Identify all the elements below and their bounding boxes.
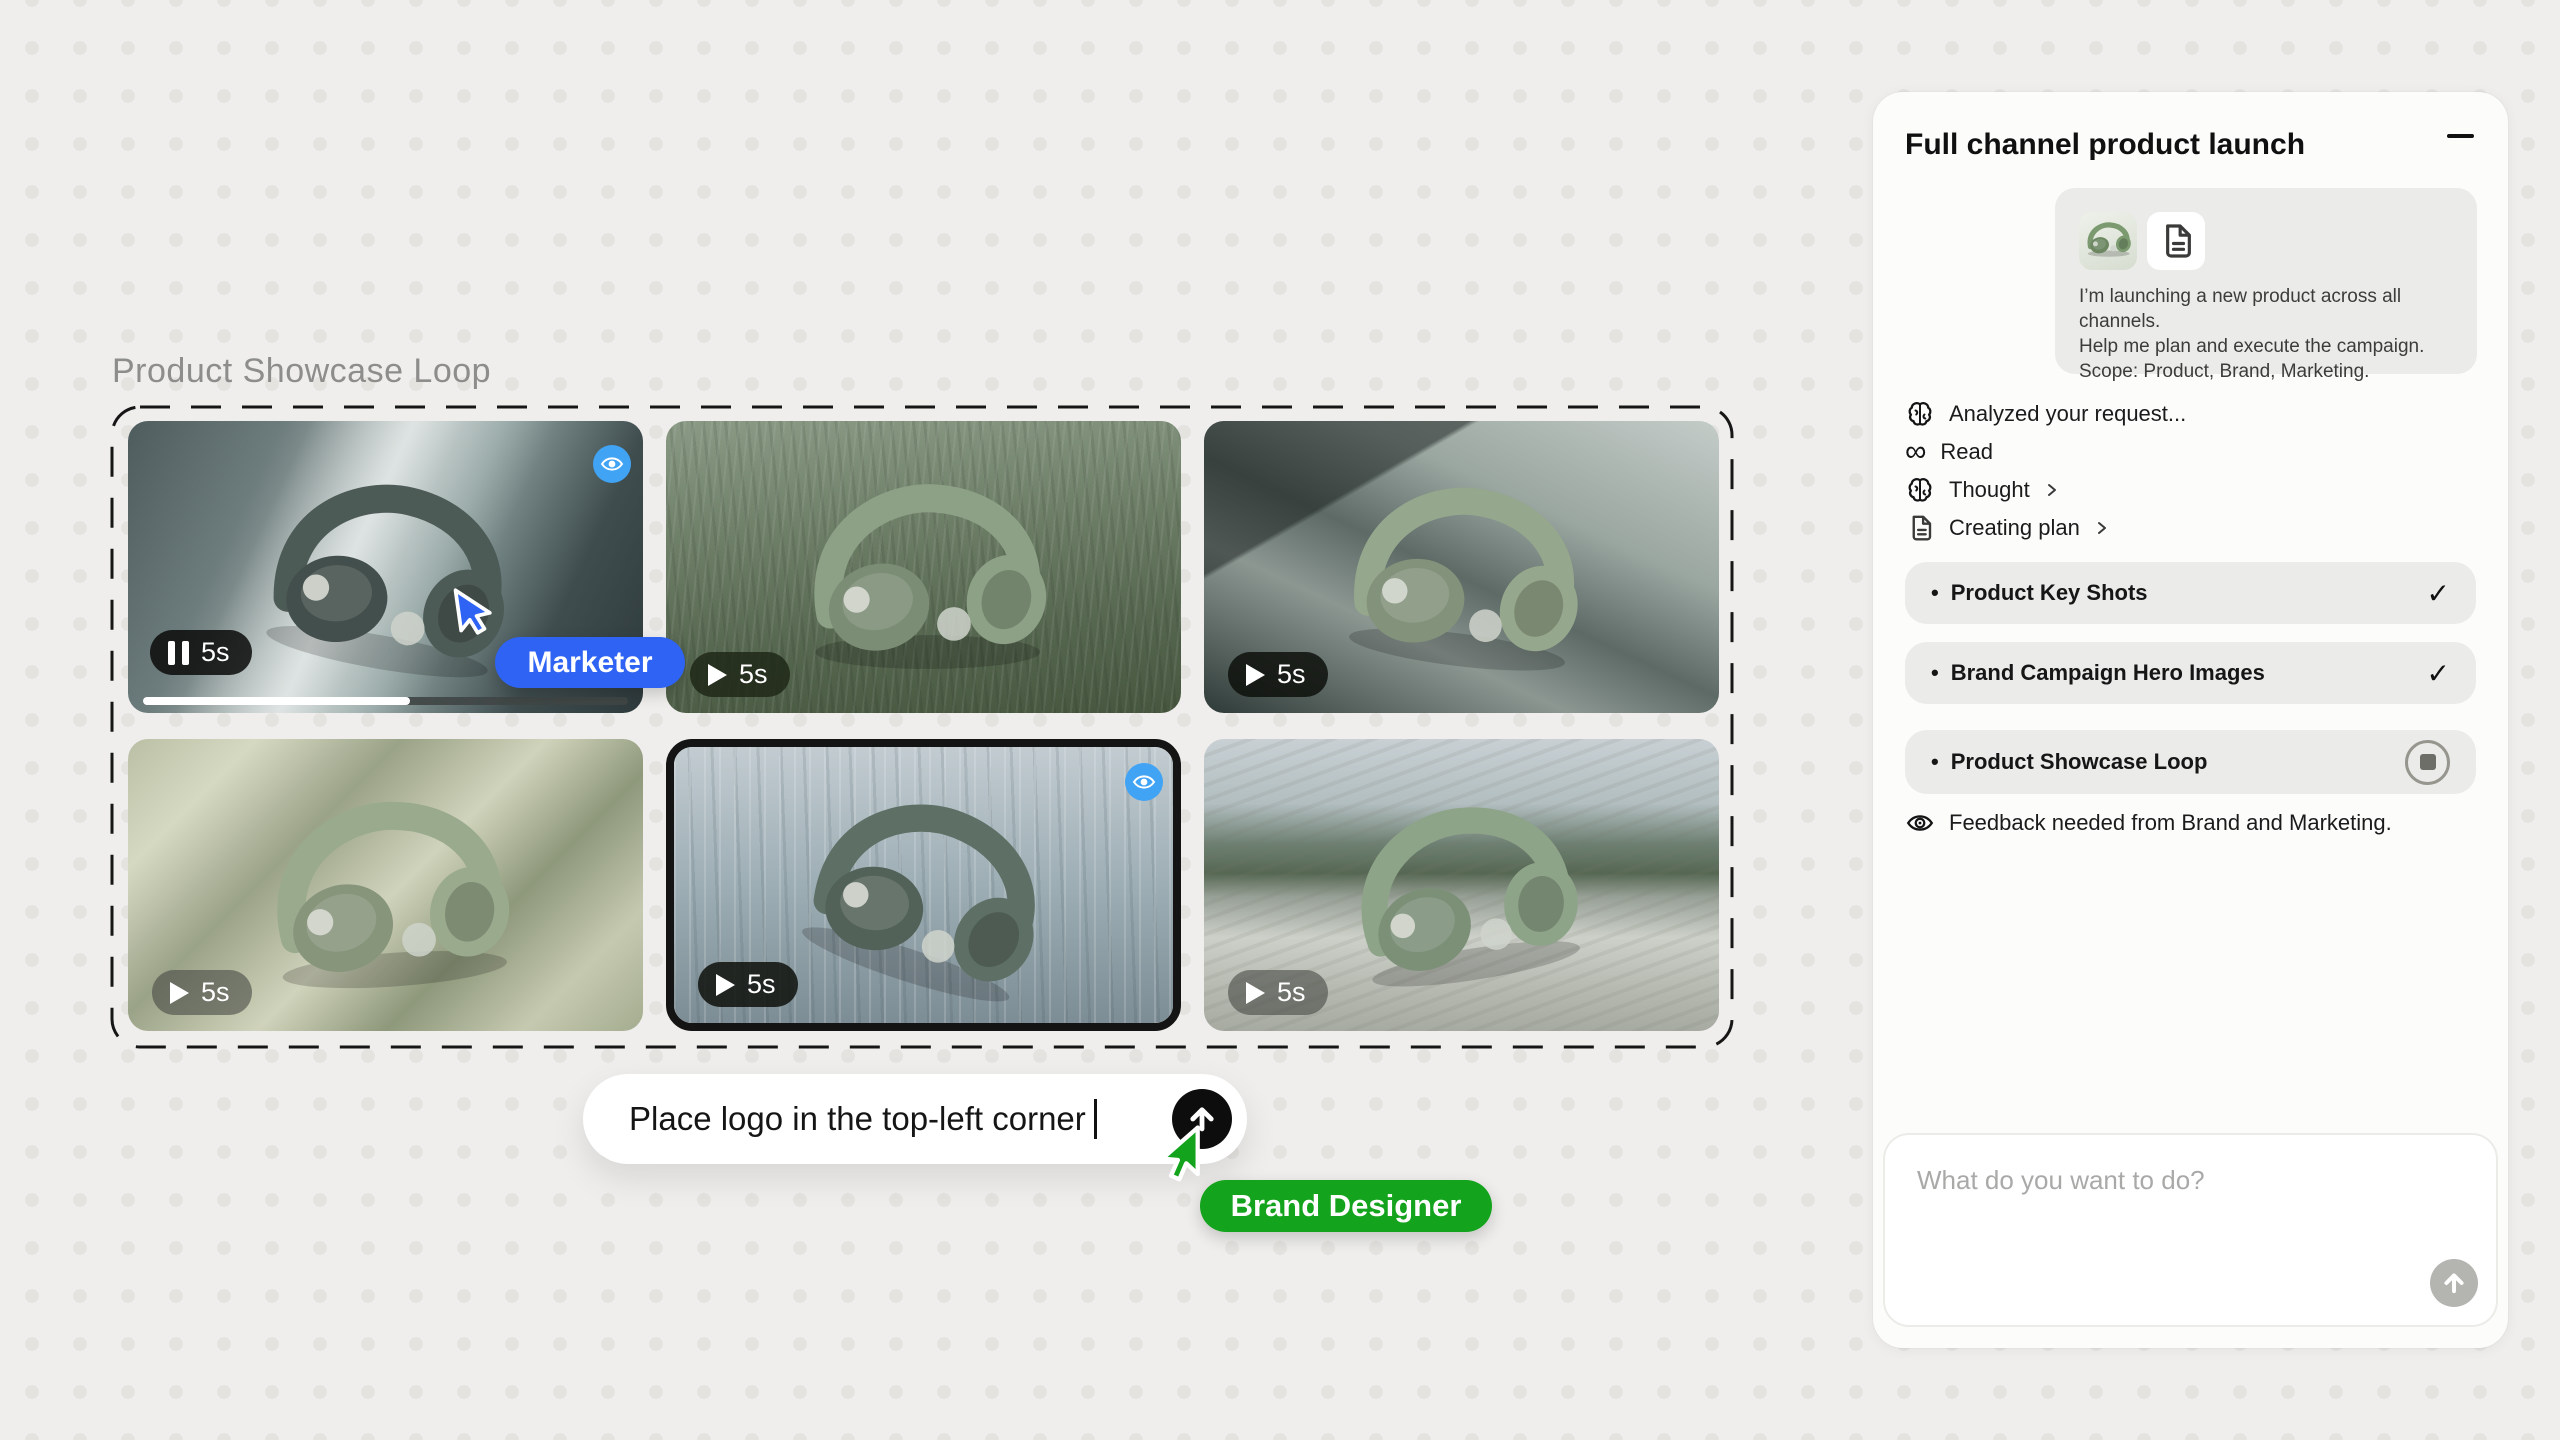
play-duration-pill[interactable]: 5s [1228, 652, 1328, 697]
composer-input[interactable] [1915, 1163, 2429, 1287]
composer-send-button[interactable] [2430, 1259, 2478, 1307]
play-duration-pill[interactable]: 5s [690, 652, 790, 697]
marketer-cursor-label: Marketer [495, 637, 685, 688]
arrow-up-icon [2440, 1269, 2468, 1297]
task-product-showcase-loop[interactable]: •Product Showcase Loop [1905, 730, 2476, 794]
play-duration-pill[interactable]: 5s [698, 962, 798, 1007]
duration-label: 5s [201, 637, 230, 668]
play-duration-pill[interactable]: 5s [152, 970, 252, 1015]
user-request-card: I’m launching a new product across all c… [2055, 188, 2477, 374]
video-tile-driftwood[interactable]: 5s [1204, 739, 1719, 1031]
task-product-key-shots[interactable]: •Product Key Shots ✓ [1905, 562, 2476, 624]
activity-row-analyzed: Analyzed your request... [1905, 397, 2186, 431]
video-tile-grass[interactable]: 5s [666, 421, 1181, 713]
headphones-attachment-thumbnail[interactable] [2079, 212, 2137, 270]
headphones-illustration [229, 783, 543, 1009]
pause-duration-pill[interactable]: 5s [150, 630, 252, 675]
headphones-illustration [774, 476, 1074, 682]
play-icon [170, 982, 189, 1004]
bullet: • [1931, 580, 1939, 606]
video-tile-rain-glass[interactable]: 5s [666, 739, 1181, 1031]
feedback-note-row: Feedback needed from Brand and Marketing… [1905, 810, 2392, 836]
play-icon [708, 664, 727, 686]
play-icon [1246, 664, 1265, 686]
brand-designer-cursor-icon [1152, 1124, 1210, 1186]
headphones-illustration [1305, 462, 1617, 696]
canvas[interactable]: Product Showcase Loop 5s 5s 5s [0, 0, 2560, 1440]
eye-icon [1905, 810, 1935, 836]
brand-designer-cursor-label: Brand Designer [1200, 1180, 1492, 1232]
video-tile-satin[interactable]: 5s [128, 739, 643, 1031]
activity-row-read: ∞ Read [1905, 435, 1993, 469]
bullet: • [1931, 660, 1939, 686]
eye-badge[interactable] [593, 445, 631, 483]
composer[interactable] [1883, 1133, 2498, 1327]
duration-label: 5s [739, 659, 768, 690]
pause-icon [168, 641, 189, 665]
chevron-right-icon[interactable] [2044, 482, 2060, 498]
duration-label: 5s [1277, 659, 1306, 690]
prompt-bubble[interactable]: Place logo in the top-left corner [583, 1074, 1247, 1164]
stop-icon [2420, 754, 2436, 770]
stop-generation-button[interactable] [2405, 740, 2450, 785]
check-icon: ✓ [2427, 657, 2450, 690]
check-icon: ✓ [2427, 577, 2450, 610]
document-attachment-icon[interactable] [2147, 212, 2205, 270]
brain-icon [1905, 399, 1935, 429]
panel-title: Full channel product launch [1905, 128, 2305, 162]
bullet: • [1931, 749, 1939, 775]
brain-icon [1905, 475, 1935, 505]
text-caret [1094, 1099, 1097, 1139]
activity-row-creating-plan[interactable]: Creating plan [1905, 511, 2110, 545]
video-tile-concrete[interactable]: 5s [1204, 421, 1719, 713]
eye-badge[interactable] [1125, 763, 1163, 801]
group-title: Product Showcase Loop [112, 352, 491, 391]
marketer-cursor-icon [448, 584, 498, 640]
duration-label: 5s [201, 977, 230, 1008]
request-text: I’m launching a new product across all c… [2079, 284, 2477, 384]
play-duration-pill[interactable]: 5s [1228, 970, 1328, 1015]
playback-progress-bar[interactable] [143, 697, 628, 705]
activity-row-thought[interactable]: Thought [1905, 473, 2060, 507]
duration-label: 5s [747, 969, 776, 1000]
assistant-panel: Full channel product launch I’m launchin… [1873, 92, 2508, 1348]
duration-label: 5s [1277, 977, 1306, 1008]
chevron-right-icon[interactable] [2094, 520, 2110, 536]
task-brand-campaign-hero-images[interactable]: •Brand Campaign Hero Images ✓ [1905, 642, 2476, 704]
infinity-icon: ∞ [1905, 440, 1926, 464]
plan-icon [1905, 513, 1935, 543]
play-icon [1246, 982, 1265, 1004]
play-icon [716, 974, 735, 996]
minimize-button[interactable] [2438, 114, 2482, 158]
prompt-text[interactable]: Place logo in the top-left corner [629, 1100, 1086, 1138]
minus-icon [2447, 134, 2474, 138]
